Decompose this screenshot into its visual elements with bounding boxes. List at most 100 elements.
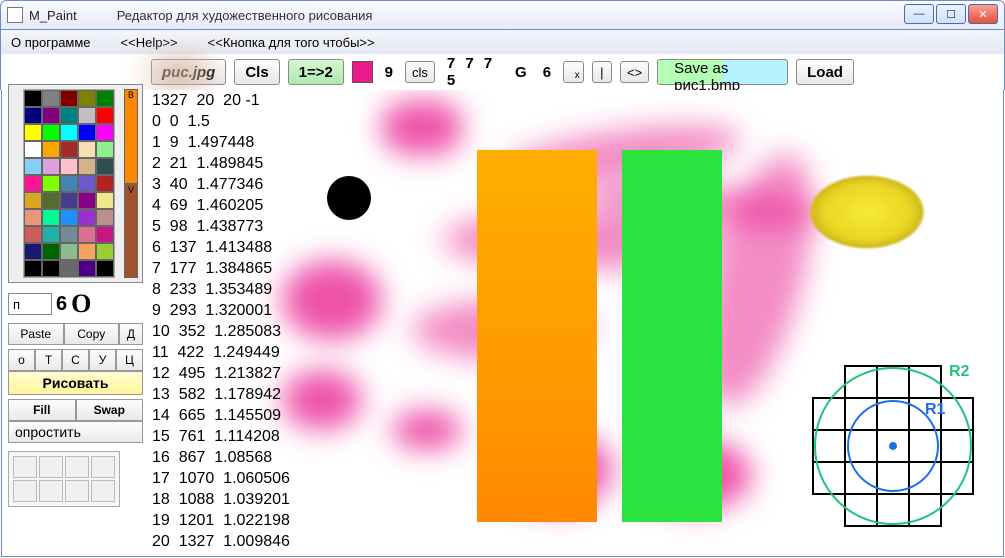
- palette-cell[interactable]: [96, 158, 114, 175]
- letter-button-Ц[interactable]: Ц: [116, 349, 143, 371]
- palette-cell[interactable]: [24, 243, 42, 260]
- bar-button[interactable]: |: [592, 61, 612, 83]
- palette-cell[interactable]: [96, 90, 114, 107]
- palette-cell[interactable]: [78, 107, 96, 124]
- palette-cell[interactable]: [42, 141, 60, 158]
- palette-cell[interactable]: [24, 226, 42, 243]
- simplify-button[interactable]: опростить: [8, 421, 143, 443]
- palette-cell[interactable]: [42, 90, 60, 107]
- paste-button[interactable]: Paste: [8, 323, 64, 345]
- workspace: B V 6 O Paste Copy Д оТСУЦ Рисовать Fill…: [1, 90, 1004, 557]
- letter-button-С[interactable]: С: [62, 349, 89, 371]
- current-color-swatch[interactable]: [352, 61, 373, 83]
- palette-cell[interactable]: [96, 175, 114, 192]
- palette-cell[interactable]: [24, 260, 42, 277]
- palette-cell[interactable]: [60, 141, 78, 158]
- palette-cell[interactable]: [42, 107, 60, 124]
- copy-button[interactable]: Copy: [64, 323, 120, 345]
- side-strip-b[interactable]: B: [124, 89, 138, 184]
- menubar: О программе <<Help>> <<Кнопка для того ч…: [0, 30, 1005, 54]
- fill-button[interactable]: Fill: [8, 399, 76, 421]
- palette-cell[interactable]: [60, 192, 78, 209]
- palette-cell[interactable]: [96, 226, 114, 243]
- x-label: x: [575, 70, 580, 81]
- palette-cell[interactable]: [78, 90, 96, 107]
- palette-cell[interactable]: [42, 209, 60, 226]
- palette-cell[interactable]: [96, 141, 114, 158]
- palette-cell[interactable]: [60, 90, 78, 107]
- palette-cell[interactable]: [60, 243, 78, 260]
- palette-cell[interactable]: [78, 260, 96, 277]
- palette-cell[interactable]: [78, 158, 96, 175]
- palette-cell[interactable]: [24, 158, 42, 175]
- palette-cell[interactable]: [60, 175, 78, 192]
- minimize-button[interactable]: —: [904, 4, 934, 24]
- palette-cell[interactable]: [78, 243, 96, 260]
- palette-cell[interactable]: [78, 192, 96, 209]
- app-subtitle: Редактор для художественного рисования: [117, 8, 373, 23]
- btn-2-to-1[interactable]: 2=>1: [151, 59, 207, 85]
- canvas-area[interactable]: R2 R1: [152, 90, 1003, 556]
- d-button[interactable]: Д: [119, 323, 143, 345]
- text-input[interactable]: [8, 293, 52, 315]
- palette-cell[interactable]: [78, 226, 96, 243]
- swap-button[interactable]: Swap: [76, 399, 144, 421]
- diamond-button[interactable]: <>: [620, 61, 649, 83]
- palette-cell[interactable]: [60, 226, 78, 243]
- palette-cell[interactable]: [42, 260, 60, 277]
- recent-swatches[interactable]: [8, 451, 120, 507]
- palette-cell[interactable]: [60, 209, 78, 226]
- maximize-button[interactable]: ☐: [936, 4, 966, 24]
- app-icon: [7, 7, 23, 23]
- letter-button-о[interactable]: о: [8, 349, 35, 371]
- menu-about[interactable]: О программе: [11, 35, 91, 50]
- palette-cell[interactable]: [96, 260, 114, 277]
- palette-cell[interactable]: [24, 175, 42, 192]
- load-button[interactable]: Load: [796, 59, 854, 85]
- num-6: 6: [56, 293, 67, 316]
- palette-side-strip: B V: [124, 89, 138, 278]
- palette-cell[interactable]: [24, 209, 42, 226]
- cls-button-1[interactable]: Cls: [234, 59, 279, 85]
- palette-cell[interactable]: [60, 158, 78, 175]
- lemon-image: [802, 162, 932, 262]
- palette-cell[interactable]: [78, 175, 96, 192]
- palette-cell[interactable]: [96, 209, 114, 226]
- menu-help[interactable]: <<Help>>: [121, 35, 178, 50]
- cls-button-2[interactable]: cls: [405, 61, 435, 83]
- palette-cell[interactable]: [42, 158, 60, 175]
- palette-cell[interactable]: [42, 192, 60, 209]
- palette-cell[interactable]: [24, 141, 42, 158]
- palette-cell[interactable]: [78, 141, 96, 158]
- palette-cell[interactable]: [42, 124, 60, 141]
- x-button[interactable]: x: [563, 61, 584, 83]
- titlebar: M_Paint Редактор для художественного рис…: [0, 0, 1005, 30]
- palette-cell[interactable]: [24, 107, 42, 124]
- color-palette-panel: B V: [8, 84, 143, 283]
- letter-button-Т[interactable]: Т: [35, 349, 62, 371]
- save-as-button[interactable]: Save as рис1.bmp: [657, 59, 788, 85]
- palette-cell[interactable]: [96, 243, 114, 260]
- palette-cell[interactable]: [96, 124, 114, 141]
- palette-cell[interactable]: [78, 124, 96, 141]
- palette-cell[interactable]: [96, 192, 114, 209]
- palette-cell[interactable]: [60, 124, 78, 141]
- palette-cell[interactable]: [42, 226, 60, 243]
- palette-cell[interactable]: [78, 209, 96, 226]
- palette-cell[interactable]: [24, 124, 42, 141]
- side-strip-v[interactable]: V: [124, 184, 138, 279]
- palette-cell[interactable]: [96, 107, 114, 124]
- letter-button-У[interactable]: У: [89, 349, 116, 371]
- palette-cell[interactable]: [60, 260, 78, 277]
- palette-cell[interactable]: [24, 192, 42, 209]
- menu-button-for[interactable]: <<Кнопка для того чтобы>>: [208, 35, 375, 50]
- palette-cell[interactable]: [42, 175, 60, 192]
- palette-cell[interactable]: [24, 90, 42, 107]
- color-palette-grid[interactable]: [23, 89, 115, 278]
- palette-cell[interactable]: [42, 243, 60, 260]
- palette-cell[interactable]: [60, 107, 78, 124]
- close-button[interactable]: ✕: [968, 4, 998, 24]
- letters-row: оТСУЦ: [8, 349, 143, 371]
- draw-button[interactable]: Рисовать: [8, 371, 143, 395]
- btn-1-to-2[interactable]: 1=>2: [288, 59, 344, 85]
